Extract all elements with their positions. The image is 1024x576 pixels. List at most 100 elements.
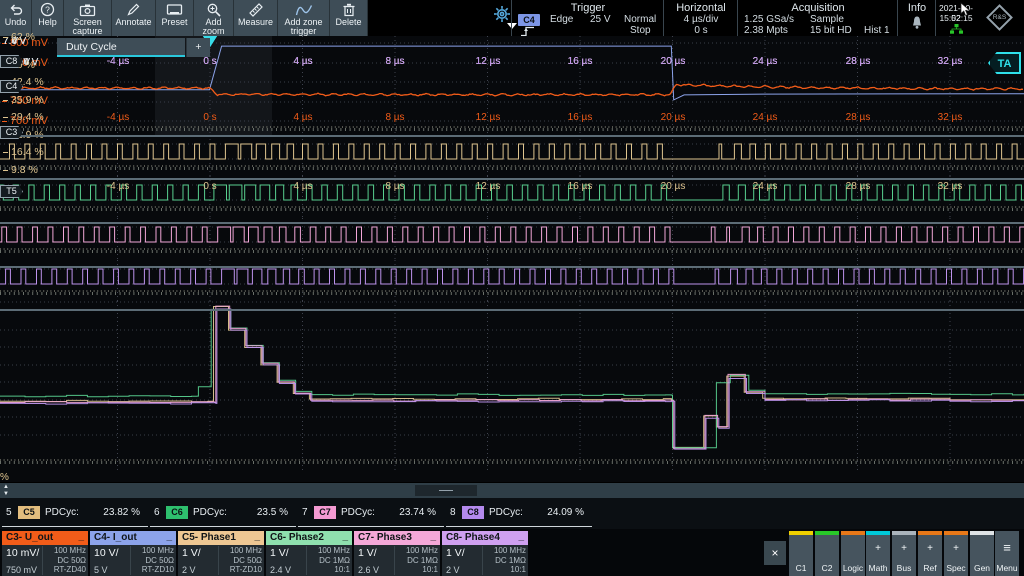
side-button-gen[interactable]: Gen xyxy=(970,531,994,576)
side-button-menu[interactable]: ≡Menu xyxy=(995,531,1019,576)
panel-separator[interactable] xyxy=(0,266,1024,268)
panel-c7[interactable]: -4 µs0 s4 µs8 µs12 µs16 µs20 µs24 µs28 µ… xyxy=(0,218,1024,260)
channel-badge-c4[interactable]: C4 xyxy=(0,80,23,93)
signal-badge-c8[interactable]: C8- Phase4_1 V/2 V100 MHzDC 1MΩ10:1 xyxy=(442,531,528,576)
toolbar-button-help[interactable]: ?Help xyxy=(32,0,64,36)
trigger-section[interactable]: Trigger C4 Edge 25 V Normal Stop xyxy=(512,0,664,36)
panel-separator[interactable] xyxy=(0,178,1024,180)
waveform-c5 xyxy=(0,135,1024,176)
toolbar-button-delete[interactable]: Delete xyxy=(330,0,368,36)
signal-scale: 1 V/ xyxy=(358,547,377,559)
toolbar: Undo?HelpScreen captureAnnotatePresetAdd… xyxy=(0,0,368,36)
time-label: 8 µs xyxy=(372,181,418,192)
signal-offset: 2 V xyxy=(446,565,460,575)
panel-c5[interactable]: -4 µs0 s4 µs8 µs12 µs16 µs20 µs24 µs28 µ… xyxy=(0,135,1024,176)
panel-duty[interactable]: -4 µs0 s4 µs8 µs12 µs16 µs20 µs24 µs28 µ… xyxy=(0,301,1024,472)
side-button-label: Bus xyxy=(892,563,916,573)
track-badge-t5[interactable]: T5 xyxy=(0,185,23,198)
horizontal-title: Horizontal xyxy=(664,2,738,14)
side-button-label: Gen xyxy=(970,563,994,573)
measurement-6[interactable]: 6C6PDCyc:23.5 % xyxy=(150,499,296,527)
info-section[interactable]: Info xyxy=(898,0,936,36)
signal-scale: 1 V/ xyxy=(182,547,201,559)
side-button-logic[interactable]: Logic xyxy=(841,531,865,576)
measurement-5[interactable]: 5C5PDCyc:23.82 % xyxy=(2,499,148,527)
time-label: 8 µs xyxy=(372,56,418,67)
horizontal-scrollbar[interactable]: ▲ ▼ xyxy=(0,483,1024,498)
waveform-area[interactable]: -4 µs0 s4 µs8 µs12 µs16 µs20 µs24 µs28 µ… xyxy=(0,36,1024,482)
signal-badge-title: C7- Phase3 xyxy=(358,532,412,543)
panel-separator[interactable] xyxy=(0,222,1024,224)
signal-badge-c3[interactable]: C3- U_out_10 mV/750 mV100 MHzDC 50ΩRT-ZD… xyxy=(2,531,88,576)
measurement-8[interactable]: 8C8PDCyc:24.09 % xyxy=(446,499,592,527)
side-button-label: Logic xyxy=(841,563,865,573)
scroll-down-icon[interactable]: ▼ xyxy=(3,491,9,498)
minimize-icon[interactable]: _ xyxy=(518,531,524,542)
side-button-c2[interactable]: C2 xyxy=(815,531,839,576)
add-tab-button[interactable]: + xyxy=(186,38,210,57)
side-button-ref[interactable]: +Ref xyxy=(918,531,942,576)
minimize-icon[interactable]: _ xyxy=(430,531,436,542)
measurement-value: 23.74 % xyxy=(399,507,436,518)
tab-duty-cycle[interactable]: Duty Cycle xyxy=(57,38,185,57)
acquisition-section[interactable]: Acquisition 1.25 GSa/s 2.38 Mpts Sample … xyxy=(738,0,898,36)
signal-badge-c7[interactable]: C7- Phase3_1 V/2.6 V100 MHzDC 1MΩ10:1 xyxy=(354,531,440,576)
acquisition-title: Acquisition xyxy=(738,2,898,14)
minimize-icon[interactable]: _ xyxy=(78,531,84,542)
time-label: 16 µs xyxy=(557,181,603,192)
side-button-math[interactable]: +Math xyxy=(866,531,890,576)
close-signal-bar-button[interactable]: × xyxy=(764,541,786,565)
acquisition-mode: Sample xyxy=(810,14,844,25)
side-button-spec[interactable]: +Spec xyxy=(944,531,968,576)
trigger-mode: Normal xyxy=(624,14,656,25)
preset-icon xyxy=(166,2,183,17)
top-bar: Undo?HelpScreen captureAnnotatePresetAdd… xyxy=(0,0,1024,36)
panel-separator[interactable] xyxy=(0,135,1024,137)
time-label: 0 s xyxy=(187,181,233,192)
toolbar-button-measure[interactable]: Measure xyxy=(234,0,278,36)
signal-probe-info: 100 MHzDC 50ΩRT-ZD10 xyxy=(218,546,262,575)
measurement-7[interactable]: 7C7PDCyc:23.74 % xyxy=(298,499,444,527)
toolbar-button-label: Delete xyxy=(335,18,361,27)
side-button-c1[interactable]: C1 xyxy=(789,531,813,576)
panel-separator[interactable] xyxy=(0,309,1024,311)
time-label: 24 µs xyxy=(742,56,788,67)
side-button-bus[interactable]: +Bus xyxy=(892,531,916,576)
mouse-pointer-icon xyxy=(960,2,971,17)
toolbar-button-add-zone-trigger[interactable]: Add zone trigger xyxy=(278,0,330,36)
toolbar-button-label: Preset xyxy=(161,18,187,27)
channel-badge-c3[interactable]: C3 xyxy=(0,126,23,139)
time-label: 4 µs xyxy=(280,112,326,123)
measurement-index: 6 xyxy=(154,507,160,518)
duty-scale-label: 35.9 % xyxy=(3,94,44,106)
side-button-label: Menu xyxy=(995,563,1019,573)
signal-badge-c4[interactable]: C4- I_out_10 V/5 V100 MHzDC 50ΩRT-ZD10 xyxy=(90,531,176,576)
signal-offset: 2.4 V xyxy=(270,565,291,575)
plus-icon: + xyxy=(866,543,890,554)
signal-badge-header: C8- Phase4_ xyxy=(442,531,528,545)
oscilloscope-screen: Undo?HelpScreen captureAnnotatePresetAdd… xyxy=(0,0,1024,576)
toolbar-button-screen-capture[interactable]: Screen capture xyxy=(64,0,112,36)
signal-probe-info: 100 MHzDC 1MΩ10:1 xyxy=(394,546,438,575)
horizontal-section[interactable]: Horizontal 4 µs/div 0 s xyxy=(664,0,738,36)
toolbar-button-add-zoom[interactable]: Add zoom xyxy=(194,0,234,36)
acquisition-record-length: 2.38 Mpts xyxy=(744,25,788,36)
signal-badge-c6[interactable]: C6- Phase2_1 V/2.4 V100 MHzDC 1MΩ10:1 xyxy=(266,531,352,576)
signal-badge-c5[interactable]: C5- Phase1_1 V/2 V100 MHzDC 50ΩRT-ZD10 xyxy=(178,531,264,576)
scroll-up-icon[interactable]: ▲ xyxy=(3,484,9,491)
toolbar-button-annotate[interactable]: Annotate xyxy=(112,0,156,36)
trigger-source-badge: C4 xyxy=(518,14,540,26)
minimize-icon[interactable]: _ xyxy=(166,531,172,542)
scrollbar-thumb[interactable] xyxy=(415,485,477,496)
minimize-icon[interactable]: _ xyxy=(342,531,348,542)
toolbar-button-preset[interactable]: Preset xyxy=(156,0,194,36)
channel-badge-c8[interactable]: C8 xyxy=(0,55,23,68)
time-label: 32 µs xyxy=(927,112,973,123)
time-label: 0 s xyxy=(187,56,233,67)
measurement-label: PDCyc: xyxy=(341,507,375,518)
signal-badge-header: C6- Phase2_ xyxy=(266,531,352,545)
measurement-index: 8 xyxy=(450,507,456,518)
minimize-icon[interactable]: _ xyxy=(254,531,260,542)
time-label: 0 s xyxy=(187,112,233,123)
clock: 2021-10-02 15:52:15 xyxy=(936,0,976,36)
